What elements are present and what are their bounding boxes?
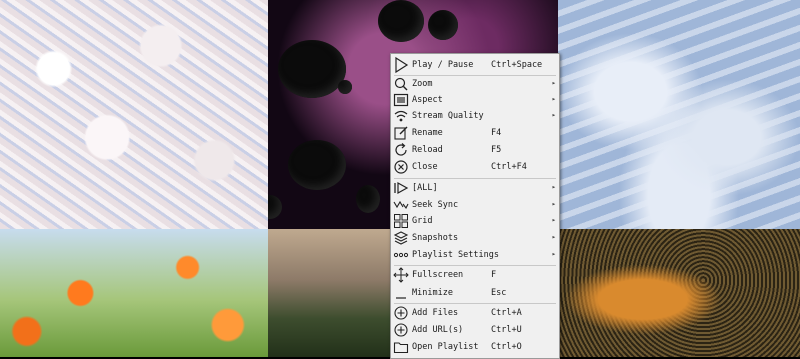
menu-item-shortcut: F4	[491, 128, 502, 138]
wifi-icon	[393, 108, 409, 124]
menu-item-all[interactable]: [ALL] ▸	[391, 180, 559, 196]
add-url-icon	[393, 322, 409, 338]
menu-item-label: Close	[412, 162, 438, 172]
menu-item-reload[interactable]: Reload F5	[391, 142, 559, 158]
menu-item-label: Play / Pause	[412, 60, 474, 70]
add-files-icon	[393, 305, 409, 321]
submenu-arrow-icon: ▸	[551, 183, 556, 191]
reload-icon	[393, 142, 409, 158]
menu-item-seek-sync[interactable]: Seek Sync ▸	[391, 197, 559, 213]
video-tile-sakura[interactable]	[0, 0, 268, 229]
menu-item-open-playlist[interactable]: Open Playlist Ctrl+O	[391, 339, 559, 355]
menu-item-shortcut: F	[491, 270, 497, 280]
video-tile-butterfly[interactable]	[558, 229, 800, 357]
submenu-arrow-icon: ▸	[551, 233, 556, 241]
submenu-arrow-icon: ▸	[551, 250, 556, 258]
asteroid	[378, 0, 424, 42]
menu-item-shortcut: Ctrl+A	[491, 308, 522, 318]
submenu-arrow-icon: ▸	[551, 95, 556, 103]
rename-icon	[393, 125, 409, 141]
menu-item-label: Rename	[412, 128, 443, 138]
menu-item-shortcut: Ctrl+Space	[491, 60, 543, 70]
menu-item-add-urls[interactable]: Add URL(s) Ctrl+U	[391, 322, 559, 338]
close-icon	[393, 159, 409, 175]
menu-item-rename[interactable]: Rename F4	[391, 125, 559, 141]
submenu-arrow-icon: ▸	[551, 200, 556, 208]
menu-separator	[394, 303, 556, 304]
video-tile-house[interactable]	[268, 229, 390, 357]
layers-icon	[393, 230, 409, 246]
asteroid	[268, 195, 282, 219]
menu-item-label: Playlist Settings	[412, 250, 499, 260]
zoom-icon	[393, 76, 409, 92]
submenu-arrow-icon: ▸	[551, 79, 556, 87]
video-tile-clouds[interactable]	[558, 0, 800, 229]
folder-icon	[393, 339, 409, 355]
menu-item-add-files[interactable]: Add Files Ctrl+A	[391, 305, 559, 321]
menu-item-label: Reload	[412, 145, 443, 155]
asteroid	[356, 185, 380, 213]
dots-icon	[393, 247, 409, 263]
asteroid	[278, 40, 346, 98]
menu-item-label: Minimize	[412, 288, 453, 298]
menu-item-label: Aspect	[412, 95, 443, 105]
aspect-icon	[393, 92, 409, 108]
menu-item-shortcut: Esc	[491, 288, 507, 298]
menu-item-label: Open Playlist	[412, 342, 479, 352]
menu-item-fullscreen[interactable]: Fullscreen F	[391, 267, 559, 283]
play-icon	[393, 56, 409, 74]
submenu-arrow-icon: ▸	[551, 216, 556, 224]
asteroid	[338, 80, 352, 94]
menu-item-label: Snapshots	[412, 233, 459, 243]
menu-item-label: Fullscreen	[412, 270, 464, 280]
context-menu: Play / Pause Ctrl+Space Zoom ▸ Aspect ▸ …	[390, 53, 560, 359]
menu-item-stream-quality[interactable]: Stream Quality ▸	[391, 108, 559, 124]
video-tile-flowers[interactable]	[0, 229, 268, 357]
menu-item-label: Grid	[412, 216, 433, 226]
menu-separator	[394, 265, 556, 266]
menu-item-label: Zoom	[412, 79, 433, 89]
asteroid	[288, 140, 346, 190]
menu-item-shortcut: F5	[491, 145, 502, 155]
menu-item-play-pause[interactable]: Play / Pause Ctrl+Space	[391, 56, 559, 74]
menu-item-grid[interactable]: Grid ▸	[391, 213, 559, 229]
seek-sync-icon	[393, 197, 409, 213]
minimize-icon	[393, 285, 409, 301]
asteroid	[428, 10, 458, 40]
menu-item-aspect[interactable]: Aspect ▸	[391, 92, 559, 108]
menu-item-minimize[interactable]: Minimize Esc	[391, 285, 559, 301]
menu-item-close[interactable]: Close Ctrl+F4	[391, 159, 559, 175]
menu-item-playlist-settings[interactable]: Playlist Settings ▸	[391, 247, 559, 263]
menu-item-label: Stream Quality	[412, 111, 484, 121]
menu-item-label: Add URL(s)	[412, 325, 464, 335]
menu-separator	[394, 178, 556, 179]
menu-item-label: Seek Sync	[412, 200, 459, 210]
play-all-icon	[393, 180, 409, 196]
menu-item-label: Add Files	[412, 308, 459, 318]
fullscreen-icon	[393, 267, 409, 283]
menu-item-shortcut: Ctrl+F4	[491, 162, 527, 172]
grid-icon	[393, 213, 409, 229]
menu-item-zoom[interactable]: Zoom ▸	[391, 76, 559, 92]
menu-item-snapshots[interactable]: Snapshots ▸	[391, 230, 559, 246]
submenu-arrow-icon: ▸	[551, 111, 556, 119]
menu-item-shortcut: Ctrl+O	[491, 342, 522, 352]
menu-item-label: [ALL]	[412, 183, 438, 193]
menu-item-shortcut: Ctrl+U	[491, 325, 522, 335]
